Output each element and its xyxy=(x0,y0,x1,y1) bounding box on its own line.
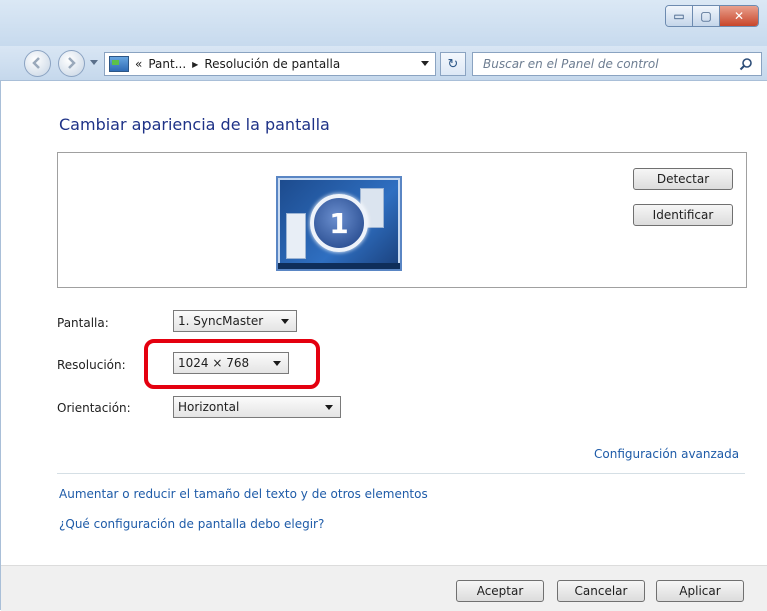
refresh-button[interactable]: ↻ xyxy=(440,52,466,76)
resolution-highlight-annotation xyxy=(144,339,320,389)
search-input[interactable]: Buscar en el Panel de control xyxy=(483,57,739,71)
back-button[interactable] xyxy=(24,50,51,77)
divider xyxy=(57,473,745,474)
chevron-down-icon xyxy=(281,319,289,324)
detect-button[interactable]: Detectar xyxy=(633,168,733,190)
forward-button[interactable] xyxy=(58,50,85,77)
advanced-settings-link[interactable]: Configuración avanzada xyxy=(594,447,739,461)
recent-pages-dropdown-icon[interactable] xyxy=(90,60,98,65)
close-icon: ✕ xyxy=(733,9,745,23)
orientation-label: Orientación: xyxy=(57,401,131,415)
close-button[interactable]: ✕ xyxy=(720,6,758,26)
main-content: Cambiar apariencia de la pantalla 1 Dete… xyxy=(0,81,767,611)
title-bar: ▭ ▢ ✕ xyxy=(0,0,767,46)
window-controls: ▭ ▢ ✕ xyxy=(665,5,759,27)
dialog-footer: Aceptar Cancelar Aplicar xyxy=(1,565,767,611)
display-select-value: 1. SyncMaster xyxy=(178,314,264,328)
refresh-icon: ↻ xyxy=(447,56,459,72)
search-icon[interactable] xyxy=(739,57,753,71)
maximize-icon: ▢ xyxy=(700,9,712,23)
breadcrumb-separator-icon[interactable]: ▶ xyxy=(192,60,198,69)
address-chevron[interactable]: « xyxy=(135,57,142,71)
chevron-down-icon xyxy=(325,405,333,410)
cancel-button[interactable]: Cancelar xyxy=(557,580,645,602)
control-panel-window: ▭ ▢ ✕ « Pant... ▶ Resolución de pantalla… xyxy=(0,0,767,611)
text-size-link[interactable]: Aumentar o reducir el tamaño del texto y… xyxy=(59,487,428,501)
identify-button[interactable]: Identificar xyxy=(633,204,733,226)
minimize-icon: ▭ xyxy=(673,9,685,23)
window-thumbnail xyxy=(286,213,306,259)
forward-arrow-icon xyxy=(68,57,76,69)
page-title: Cambiar apariencia de la pantalla xyxy=(59,115,330,134)
ok-button[interactable]: Aceptar xyxy=(456,580,544,602)
monitor-1-thumbnail[interactable]: 1 xyxy=(276,176,402,271)
display-select[interactable]: 1. SyncMaster xyxy=(173,310,297,332)
breadcrumb-current[interactable]: Resolución de pantalla xyxy=(204,57,340,71)
address-bar[interactable]: « Pant... ▶ Resolución de pantalla xyxy=(104,52,436,76)
address-dropdown-icon[interactable] xyxy=(421,61,429,66)
navigation-bar: « Pant... ▶ Resolución de pantalla ↻ Bus… xyxy=(0,46,767,81)
monitor-number-badge: 1 xyxy=(310,194,368,252)
taskbar-thumbnail xyxy=(278,263,400,269)
minimize-button[interactable]: ▭ xyxy=(666,6,693,26)
orientation-select-value: Horizontal xyxy=(178,400,240,414)
apply-button[interactable]: Aplicar xyxy=(656,580,744,602)
search-box[interactable]: Buscar en el Panel de control xyxy=(472,52,762,76)
maximize-button[interactable]: ▢ xyxy=(693,6,720,26)
control-panel-icon xyxy=(109,56,129,72)
back-arrow-icon xyxy=(32,57,40,69)
resolution-label: Resolución: xyxy=(57,358,126,372)
orientation-select[interactable]: Horizontal xyxy=(173,396,341,418)
display-label: Pantalla: xyxy=(57,316,109,330)
display-preview-area: 1 Detectar Identificar xyxy=(57,152,747,288)
breadcrumb-parent[interactable]: Pant... xyxy=(148,57,186,71)
display-help-link[interactable]: ¿Qué configuración de pantalla debo eleg… xyxy=(59,517,324,531)
